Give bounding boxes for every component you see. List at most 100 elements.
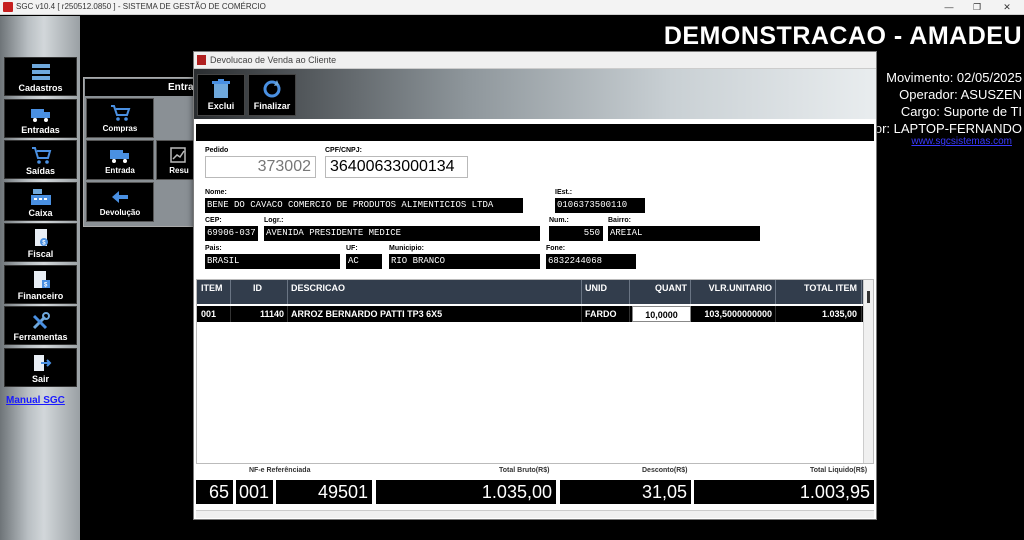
col-descricao-header[interactable]: DESCRICAO xyxy=(288,280,582,304)
minimize-button[interactable]: — xyxy=(934,0,964,15)
sidebar-item-label: Caixa xyxy=(28,208,53,218)
website-link[interactable]: www.sgcsistemas.com xyxy=(911,136,1012,147)
fiscal-document-icon: $ xyxy=(34,229,48,247)
cell-descricao[interactable]: ARROZ BERNARDO PATTI TP3 6X5 xyxy=(288,306,582,322)
movimento-date: Movimento: 02/05/2025 xyxy=(886,70,1022,85)
pedido-field[interactable]: 373002 xyxy=(205,156,316,178)
num-field[interactable]: 550 xyxy=(549,226,603,241)
bairro-field[interactable]: AREIAL xyxy=(608,226,760,241)
desconto-value: 31,05 xyxy=(560,480,691,504)
fone-field[interactable]: 6832244068 xyxy=(546,254,636,269)
cpf-field[interactable]: 36400633000134 xyxy=(325,156,468,178)
maximize-button[interactable]: ❐ xyxy=(962,0,992,15)
cell-item[interactable]: 001 xyxy=(197,306,231,322)
total-liquido-value: 1.003,95 xyxy=(694,480,874,504)
sidebar-item-entradas[interactable]: Entradas xyxy=(4,99,77,138)
pais-label: Pais: xyxy=(205,245,222,252)
devolucao-button[interactable]: Devolução xyxy=(86,182,154,222)
scrollbar-thumb[interactable] xyxy=(867,291,870,303)
return-arrow-icon xyxy=(112,191,128,203)
totals-panel: NF-e Referênciada 65 001 49501 Total Bru… xyxy=(196,465,874,511)
window-title: SGC v10.4 [ r250512.0850 ] - SISTEMA DE … xyxy=(16,2,266,11)
pedido-label: Pedido xyxy=(205,147,229,154)
close-window-button[interactable]: ✕ xyxy=(992,0,1022,15)
pais-field[interactable]: BRASIL xyxy=(205,254,340,269)
exclui-button[interactable]: Exclui xyxy=(197,74,245,116)
uf-field[interactable]: AC xyxy=(346,254,382,269)
truck-icon xyxy=(30,109,50,122)
button-label: Compras xyxy=(102,124,138,133)
col-id-header[interactable]: ID xyxy=(231,280,288,304)
cell-vlr-unitario[interactable]: 103,5000000000 xyxy=(691,306,776,322)
col-total-item-header[interactable]: TOTAL ITEM xyxy=(776,280,862,304)
sidebar-item-ferramentas[interactable]: Ferramentas xyxy=(4,306,77,345)
fone-label: Fone: xyxy=(546,245,566,252)
sidebar-item-fiscal[interactable]: $ Fiscal xyxy=(4,223,77,262)
logr-field[interactable]: AVENIDA PRESIDENTE MEDICE xyxy=(264,226,540,241)
devolucao-dialog: Devolucao de Venda ao Cliente Exclui Fin… xyxy=(193,51,877,520)
desconto-label: Desconto(R$) xyxy=(642,467,688,474)
table-row[interactable]: 001 11140 ARROZ BERNARDO PATTI TP3 6X5 F… xyxy=(197,306,865,322)
cash-register-icon xyxy=(30,189,51,205)
cep-field[interactable]: 69906-037 xyxy=(205,226,258,241)
submenu-title: Entra xyxy=(168,82,194,93)
cargo-role: Cargo: Suporte de TI xyxy=(900,104,1022,119)
nome-field[interactable]: BENE DO CAVACO COMERCIO DE PRODUTOS ALIM… xyxy=(205,198,523,213)
submenu-header: Entra xyxy=(85,79,201,96)
exit-door-icon xyxy=(33,355,51,371)
sidebar-item-label: Fiscal xyxy=(27,249,54,259)
chart-icon xyxy=(170,147,186,163)
grid-vertical-scrollbar[interactable] xyxy=(863,280,873,463)
col-quant-header[interactable]: QUANT xyxy=(630,280,691,304)
col-unid-header[interactable]: UNID xyxy=(582,280,630,304)
button-label: Devolução xyxy=(99,208,141,217)
nfe-numero-field[interactable]: 49501 xyxy=(276,480,372,504)
customer-form: Pedido 373002 CPF/CNPJ: 36400633000134 N… xyxy=(196,141,874,281)
sidebar-item-saidas[interactable]: Saídas xyxy=(4,140,77,179)
app-logo-icon xyxy=(3,2,13,12)
nfe-serie-field[interactable]: 001 xyxy=(236,480,273,504)
cell-unid[interactable]: FARDO xyxy=(582,306,630,322)
cell-id[interactable]: 11140 xyxy=(231,306,288,322)
nome-label: Nome: xyxy=(205,189,227,196)
dialog-titlebar: Devolucao de Venda ao Cliente xyxy=(194,52,876,69)
refresh-cycle-icon xyxy=(263,80,281,98)
sidebar-item-label: Saídas xyxy=(25,166,56,176)
total-bruto-label: Total Bruto(R$) xyxy=(499,467,550,474)
shopping-cart-icon xyxy=(111,105,131,121)
col-item-header[interactable]: ITEM xyxy=(197,280,231,304)
cadastros-icon xyxy=(31,64,50,80)
sidebar-item-label: Sair xyxy=(31,374,49,384)
nfe-referenciada-label: NF-e Referênciada xyxy=(249,467,311,474)
truck-icon xyxy=(110,150,129,163)
finalizar-button[interactable]: Finalizar xyxy=(248,74,296,116)
nfe-modelo-field[interactable]: 65 xyxy=(196,480,233,504)
dialog-horizontal-scrollbar[interactable] xyxy=(196,510,874,518)
num-label: Num.: xyxy=(549,217,569,224)
total-liquido-label: Total Liquido(R$) xyxy=(810,467,868,474)
cell-quant-input[interactable]: 10,0000 xyxy=(632,306,691,322)
company-brand: DEMONSTRACAO - AMADEU xyxy=(663,22,1022,50)
total-bruto-value: 1.035,00 xyxy=(376,480,556,504)
tools-icon xyxy=(32,312,50,330)
compras-button[interactable]: Compras xyxy=(86,98,154,138)
grid-header: ITEM ID DESCRICAO UNID QUANT VLR.UNITARI… xyxy=(197,280,865,304)
dialog-app-icon xyxy=(197,55,206,65)
sidebar-item-financeiro[interactable]: $ Financeiro xyxy=(4,265,77,304)
cell-total-item[interactable]: 1.035,00 xyxy=(776,306,862,322)
entrada-button[interactable]: Entrada xyxy=(86,140,154,180)
operador-name: Operador: ASUSZEN xyxy=(899,87,1022,102)
col-vlr-unitario-header[interactable]: VLR.UNITARIO xyxy=(691,280,776,304)
municipio-field[interactable]: RIO BRANCO xyxy=(389,254,540,269)
sidebar-item-cadastros[interactable]: Cadastros xyxy=(4,57,77,96)
sidebar-item-sair[interactable]: Sair xyxy=(4,348,77,387)
sidebar-item-label: Cadastros xyxy=(18,83,63,93)
iest-field[interactable]: 0106373500110 xyxy=(555,198,645,213)
items-grid: ITEM ID DESCRICAO UNID QUANT VLR.UNITARI… xyxy=(196,279,874,464)
button-label: Finalizar xyxy=(253,101,291,111)
municipio-label: Municipio: xyxy=(389,245,424,252)
button-label: Exclui xyxy=(207,101,235,111)
entradas-submenu: Entra Compras Entrada Resu Devolução xyxy=(83,77,203,227)
sidebar-item-caixa[interactable]: Caixa xyxy=(4,182,77,221)
manual-sgc-link[interactable]: Manual SGC xyxy=(6,395,65,406)
